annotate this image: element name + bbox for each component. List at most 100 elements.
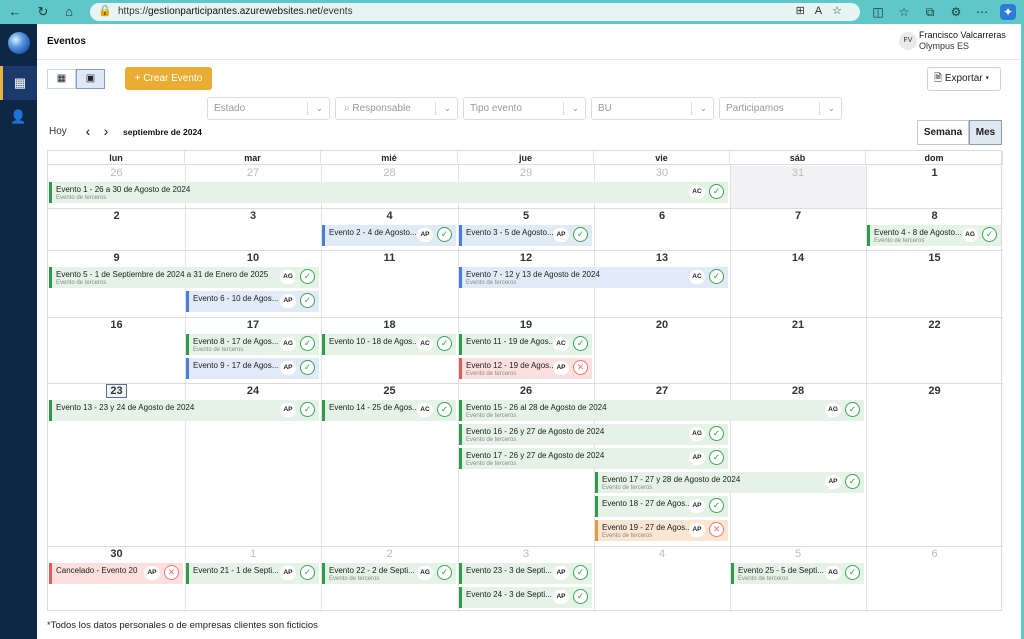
favorites-icon[interactable]: ☆: [896, 3, 912, 21]
calendar-event[interactable]: Evento 15 - 26 al 28 de Agosto de 2024 Ev…: [459, 400, 864, 421]
calendar-event[interactable]: Evento 16 - 26 y 27 de Agosto de 2024 Eve…: [459, 424, 728, 445]
calendar-event[interactable]: Evento 11 - 19 de Agos... AC ✓: [459, 334, 592, 355]
create-event-button[interactable]: + Crear Evento: [125, 67, 212, 90]
day-number[interactable]: 29: [458, 167, 594, 179]
extensions-icon[interactable]: ⚙: [948, 3, 964, 21]
calendar-event[interactable]: Evento 22 - 2 de Septi... Evento de terce…: [322, 563, 456, 584]
calendar-event[interactable]: Evento 18 - 27 de Agos... AP ✓: [595, 496, 728, 517]
event-title: Evento 16 - 26 y 27 de Agosto de 2024: [466, 427, 605, 436]
day-number[interactable]: 3: [458, 548, 594, 560]
filter-responsable[interactable]: ⌕ Responsable ⌄: [335, 97, 458, 120]
day-number[interactable]: 21: [730, 319, 866, 331]
calendar-event[interactable]: Evento 17 - 27 y 28 de Agosto de 2024 Eve…: [595, 472, 864, 493]
calendar-event[interactable]: Evento 24 - 3 de Septi... AP ✓: [459, 587, 592, 608]
address-bar-icons[interactable]: ⊞A☆: [796, 4, 852, 17]
day-number[interactable]: 27: [185, 167, 321, 179]
day-number[interactable]: 5: [730, 548, 866, 560]
calendar-event[interactable]: Cancelado - Evento 20 AP ✕: [49, 563, 183, 584]
week-view-button[interactable]: Semana: [917, 120, 969, 145]
calendar-event[interactable]: Evento 4 - 8 de Agosto... Evento de terce…: [867, 225, 1001, 246]
calendar-event[interactable]: Evento 25 - 5 de Septi... Evento de terce…: [731, 563, 864, 584]
day-number[interactable]: 10: [185, 252, 321, 264]
calendar-view-icon[interactable]: ▣: [76, 69, 105, 89]
calendar-event[interactable]: Evento 17 - 26 y 27 de Agosto de 2024 Eve…: [459, 448, 728, 469]
filter-bu[interactable]: BU ⌄: [591, 97, 714, 120]
day-number[interactable]: 2: [48, 210, 185, 222]
day-number[interactable]: 14: [730, 252, 866, 264]
today-day-number[interactable]: 23: [48, 384, 185, 398]
export-button[interactable]: 🗎 Exportar ▾: [927, 67, 1001, 91]
filter-tipo-evento[interactable]: Tipo evento ⌄: [463, 97, 586, 120]
day-number[interactable]: 18: [321, 319, 458, 331]
day-number[interactable]: 11: [321, 252, 458, 264]
calendar-event[interactable]: Evento 3 - 5 de Agosto... AP ✓: [459, 225, 592, 246]
day-number[interactable]: 20: [594, 319, 730, 331]
day-number[interactable]: 30: [594, 167, 730, 179]
calendar-event[interactable]: Evento 8 - 17 de Agos... Evento de tercer…: [186, 334, 319, 355]
refresh-icon[interactable]: ↻: [34, 3, 52, 21]
calendar-event[interactable]: Evento 10 - 18 de Agos... AC ✓: [322, 334, 456, 355]
copilot-icon[interactable]: ✦: [1000, 4, 1016, 20]
add-participant-icon[interactable]: 👤: [0, 100, 37, 134]
day-number[interactable]: 25: [321, 385, 458, 397]
collections-icon[interactable]: ⧉: [922, 3, 938, 21]
day-number[interactable]: 26: [458, 385, 594, 397]
day-number[interactable]: 7: [730, 210, 866, 222]
day-number[interactable]: 4: [594, 548, 730, 560]
calendar-event[interactable]: Evento 14 - 25 de Agos... AC ✓: [322, 400, 456, 421]
day-number[interactable]: 19: [458, 319, 594, 331]
day-number[interactable]: 30: [48, 548, 185, 560]
calendar-event[interactable]: Evento 12 - 19 de Agos... Evento de terce…: [459, 358, 592, 379]
day-number[interactable]: 3: [185, 210, 321, 222]
today-button[interactable]: Hoy: [49, 126, 67, 137]
day-number[interactable]: 2: [321, 548, 458, 560]
day-number[interactable]: 1: [866, 167, 1003, 179]
day-number[interactable]: 4: [321, 210, 458, 222]
calendar-event[interactable]: Evento 7 - 12 y 13 de Agosto de 2024 Even…: [459, 267, 728, 288]
day-number[interactable]: 15: [866, 252, 1003, 264]
event-subtitle: Evento de terceros: [602, 533, 653, 539]
home-icon[interactable]: ⌂: [60, 3, 78, 21]
event-title: Evento 13 - 23 y 24 de Agosto de 2024: [56, 403, 195, 412]
address-bar[interactable]: 🔒 https://gestionparticipantes.azurewebs…: [90, 3, 860, 21]
calendar-event[interactable]: Evento 6 - 10 de Agos... AP ✓: [186, 291, 319, 312]
calendar-event[interactable]: Evento 5 - 1 de Septiembre de 2024 a 31 …: [49, 267, 319, 288]
day-number[interactable]: 24: [185, 385, 321, 397]
day-number[interactable]: 6: [866, 548, 1003, 560]
day-number[interactable]: 5: [458, 210, 594, 222]
month-view-button[interactable]: Mes: [969, 120, 1002, 145]
event-title: Evento 23 - 3 de Septi...: [466, 566, 552, 575]
day-number[interactable]: 22: [866, 319, 1003, 331]
calendar-event[interactable]: Evento 2 - 4 de Agosto... AP ✓: [322, 225, 456, 246]
filter-estado[interactable]: Estado ⌄: [207, 97, 330, 120]
day-number[interactable]: 1: [185, 548, 321, 560]
back-icon[interactable]: ←: [6, 3, 24, 21]
calendar-event[interactable]: Evento 13 - 23 y 24 de Agosto de 2024 AP ✓: [49, 400, 319, 421]
next-month-icon[interactable]: ›: [99, 123, 113, 139]
day-number[interactable]: 17: [185, 319, 321, 331]
more-icon[interactable]: ⋯: [974, 3, 990, 21]
split-screen-icon[interactable]: ◫: [870, 3, 886, 21]
day-number[interactable]: 31: [730, 167, 866, 179]
avatar[interactable]: FV: [899, 32, 917, 50]
day-number[interactable]: 8: [866, 210, 1003, 222]
day-number[interactable]: 13: [594, 252, 730, 264]
calendar-event[interactable]: Evento 1 - 26 a 30 de Agosto de 2024 Even…: [49, 182, 728, 203]
day-number[interactable]: 27: [594, 385, 730, 397]
day-number[interactable]: 28: [321, 167, 458, 179]
table-view-icon[interactable]: ▦: [47, 69, 76, 89]
calendar-event[interactable]: Evento 19 - 27 de Agos... Evento de terce…: [595, 520, 728, 541]
day-number[interactable]: 6: [594, 210, 730, 222]
filter-participamos[interactable]: Participamos ⌄: [719, 97, 842, 120]
day-number[interactable]: 28: [730, 385, 866, 397]
day-number[interactable]: 29: [866, 385, 1003, 397]
calendar-nav-icon[interactable]: ▦: [0, 66, 37, 100]
calendar-event[interactable]: Evento 23 - 3 de Septi... AP ✓: [459, 563, 592, 584]
day-number[interactable]: 12: [458, 252, 594, 264]
calendar-event[interactable]: Evento 21 - 1 de Septi... AP ✓: [186, 563, 319, 584]
calendar-event[interactable]: Evento 9 - 17 de Agos... AP ✓: [186, 358, 319, 379]
day-number[interactable]: 16: [48, 319, 185, 331]
day-number[interactable]: 9: [48, 252, 185, 264]
day-number[interactable]: 26: [48, 167, 185, 179]
prev-month-icon[interactable]: ‹: [81, 123, 95, 139]
